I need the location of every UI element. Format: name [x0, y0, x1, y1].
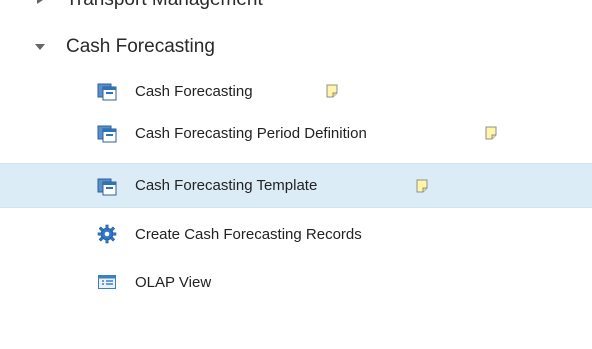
tree-item-label: Cash Forecasting [135, 82, 253, 100]
tree-item-cash-forecasting-template[interactable]: Cash Forecasting Template [0, 163, 592, 208]
tree-group-label: Transport Management [66, 0, 263, 11]
olap-view-icon [96, 271, 118, 293]
tree-group-cash-forecasting[interactable]: Cash Forecasting [0, 32, 592, 62]
form-window-icon [96, 80, 118, 102]
note-icon[interactable] [485, 126, 497, 140]
tree-item-cash-forecasting[interactable]: Cash Forecasting [0, 76, 592, 106]
caret-right-icon[interactable] [33, 0, 47, 7]
tree-item-label: Create Cash Forecasting Records [135, 225, 362, 243]
tree-item-cash-forecasting-period-definition[interactable]: Cash Forecasting Period Definition [0, 118, 592, 148]
navigation-tree: Transport Management Cash Forecasting Ca… [0, 0, 592, 349]
tree-item-label: OLAP View [135, 273, 212, 291]
tree-group-transport-management[interactable]: Transport Management [0, 0, 592, 11]
gear-icon [96, 223, 118, 245]
note-icon[interactable] [326, 84, 338, 98]
tree-group-label: Cash Forecasting [66, 36, 215, 57]
tree-item-label: Cash Forecasting Template [135, 177, 318, 194]
tree-item-label: Cash Forecasting Period Definition [135, 124, 367, 142]
form-window-icon [96, 175, 118, 197]
tree-item-create-cash-forecasting-records[interactable]: Create Cash Forecasting Records [0, 218, 592, 250]
tree-item-olap-view[interactable]: OLAP View [0, 266, 592, 298]
caret-down-icon[interactable] [33, 40, 47, 54]
form-window-icon [96, 122, 118, 144]
note-icon[interactable] [416, 179, 428, 193]
